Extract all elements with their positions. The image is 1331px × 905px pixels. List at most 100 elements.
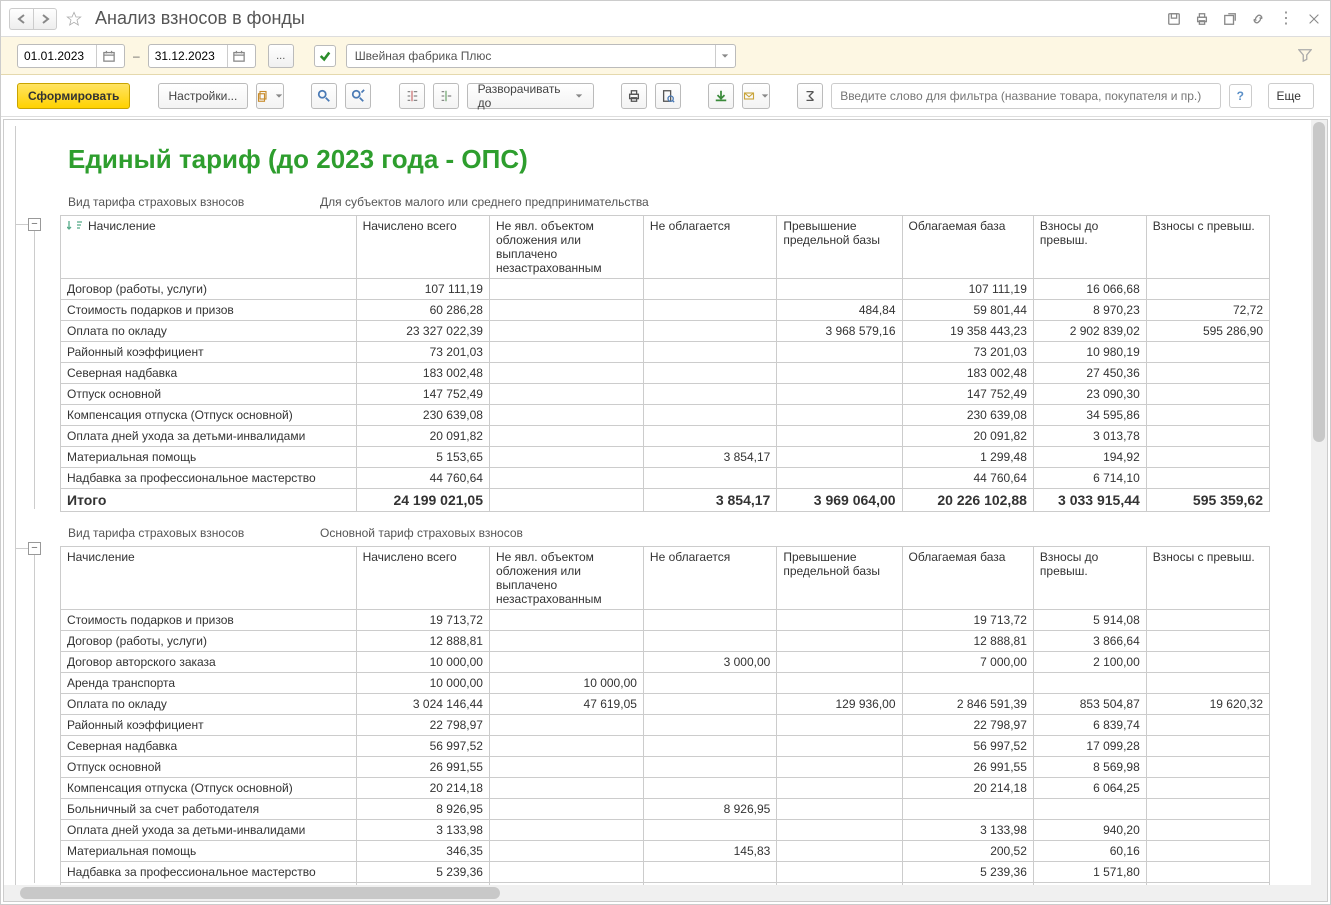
col-header[interactable]: Превышение предельной базы xyxy=(777,547,902,610)
table-row[interactable]: Оплата по окладу3 024 146,4447 619,05129… xyxy=(61,694,1270,715)
col-header[interactable]: Не явл. объектом обложения или выплачено… xyxy=(489,547,643,610)
expand-to-button[interactable]: Разворачивать до xyxy=(467,83,594,109)
col-header[interactable]: Начислено всего xyxy=(356,547,489,610)
organization-select[interactable]: Швейная фабрика Плюс xyxy=(346,44,736,68)
table-row[interactable]: Договор (работы, услуги)107 111,19107 11… xyxy=(61,279,1270,300)
help-button[interactable]: ? xyxy=(1229,84,1251,108)
print-icon[interactable] xyxy=(1194,11,1210,27)
table-row[interactable]: Договор авторского заказа10 000,003 000,… xyxy=(61,652,1270,673)
table-row[interactable]: Договор (работы, услуги)12 888,8112 888,… xyxy=(61,631,1270,652)
col-header[interactable]: Не облагается xyxy=(643,216,776,279)
settings-variants-button[interactable] xyxy=(256,83,284,109)
print-button[interactable] xyxy=(621,83,647,109)
favorite-star-icon[interactable] xyxy=(63,8,85,30)
date-from-input[interactable] xyxy=(18,49,96,63)
vertical-scrollbar[interactable] xyxy=(1311,120,1327,885)
expand-all-button[interactable] xyxy=(399,83,425,109)
save-as-button[interactable] xyxy=(708,83,734,109)
col-header[interactable]: Начислено всего xyxy=(356,216,489,279)
cell xyxy=(1146,841,1269,862)
cell: 44 760,64 xyxy=(902,468,1033,489)
cell: 1 299,48 xyxy=(902,447,1033,468)
chevron-down-icon[interactable] xyxy=(715,45,735,67)
col-header[interactable]: Начисление xyxy=(61,547,357,610)
col-header[interactable]: Облагаемая база xyxy=(902,547,1033,610)
table-row[interactable]: Оплата дней ухода за детьми-инвалидами20… xyxy=(61,426,1270,447)
collapse-section-1[interactable]: − xyxy=(28,218,41,231)
table-row[interactable]: Северная надбавка183 002,48183 002,4827 … xyxy=(61,363,1270,384)
newwindow-icon[interactable] xyxy=(1222,11,1238,27)
col-header[interactable]: Взносы до превыш. xyxy=(1033,216,1146,279)
table-row[interactable]: Компенсация отпуска (Отпуск основной)20 … xyxy=(61,778,1270,799)
scroll-thumb[interactable] xyxy=(20,887,500,899)
cell xyxy=(777,405,902,426)
run-report-button[interactable]: Сформировать xyxy=(17,83,130,109)
col-header[interactable]: Не облагается xyxy=(643,547,776,610)
collapse-section-2[interactable]: − xyxy=(28,542,41,555)
more-actions-button[interactable]: Еще xyxy=(1268,83,1314,109)
table-row[interactable]: Оплата дней ухода за детьми-инвалидами3 … xyxy=(61,820,1270,841)
save-icon[interactable] xyxy=(1166,11,1182,27)
horizontal-scrollbar[interactable] xyxy=(4,885,1311,901)
calendar-icon[interactable] xyxy=(227,45,251,67)
find-next-button[interactable] xyxy=(345,83,371,109)
cell xyxy=(1146,405,1269,426)
col-header[interactable]: Взносы с превыш. xyxy=(1146,216,1269,279)
cell-name: Аренда транспорта xyxy=(61,673,357,694)
print-preview-button[interactable] xyxy=(655,83,681,109)
table-row[interactable]: Компенсация отпуска (Отпуск основной)230… xyxy=(61,405,1270,426)
date-to-input[interactable] xyxy=(149,49,227,63)
table-row[interactable]: Больничный за счет работодателя8 926,958… xyxy=(61,799,1270,820)
filter-input[interactable] xyxy=(831,83,1221,109)
table-row[interactable]: Отпуск основной26 991,5526 991,558 569,9… xyxy=(61,757,1270,778)
col-header[interactable]: Не явл. объектом обложения или выплачено… xyxy=(489,216,643,279)
link-icon[interactable] xyxy=(1250,11,1266,27)
cell xyxy=(1033,673,1146,694)
cell: 16 066,68 xyxy=(1033,279,1146,300)
col-header[interactable]: Начисление xyxy=(61,216,357,279)
table-row[interactable]: Материальная помощь346,35145,83200,5260,… xyxy=(61,841,1270,862)
period-picker-button[interactable]: ... xyxy=(268,44,294,68)
col-header[interactable]: Взносы с превыш. xyxy=(1146,547,1269,610)
cell xyxy=(1146,799,1269,820)
settings-button[interactable]: Настройки... xyxy=(158,83,249,109)
col-header[interactable]: Взносы до превыш. xyxy=(1033,547,1146,610)
table-row[interactable]: Районный коэффициент22 798,9722 798,976 … xyxy=(61,715,1270,736)
date-from-field[interactable] xyxy=(17,44,125,68)
table-row[interactable]: Стоимость подарков и призов60 286,28484,… xyxy=(61,300,1270,321)
find-button[interactable] xyxy=(311,83,337,109)
table-row[interactable]: Надбавка за профессиональное мастерство5… xyxy=(61,862,1270,883)
table-row[interactable]: Северная надбавка56 997,5256 997,5217 09… xyxy=(61,736,1270,757)
cell xyxy=(777,447,902,468)
table-row[interactable]: Оплата по окладу23 327 022,393 968 579,1… xyxy=(61,321,1270,342)
table-row[interactable]: Материальная помощь5 153,653 854,171 299… xyxy=(61,447,1270,468)
table-row[interactable]: Стоимость подарков и призов19 713,7219 7… xyxy=(61,610,1270,631)
table-row[interactable]: Отпуск основной147 752,49147 752,4923 09… xyxy=(61,384,1270,405)
sum-button[interactable] xyxy=(797,83,823,109)
window-title: Анализ взносов в фонды xyxy=(95,8,305,29)
org-filter-checkbox[interactable] xyxy=(314,45,336,67)
cell xyxy=(777,778,902,799)
collapse-all-button[interactable] xyxy=(433,83,459,109)
scroll-thumb[interactable] xyxy=(1313,122,1325,442)
send-email-button[interactable] xyxy=(742,83,770,109)
cell-name: Стоимость подарков и призов xyxy=(61,610,357,631)
col-header[interactable]: Облагаемая база xyxy=(902,216,1033,279)
cell-name: Оплата по окладу xyxy=(61,694,357,715)
cell xyxy=(1146,778,1269,799)
cell: 17 099,28 xyxy=(1033,736,1146,757)
table-row[interactable]: Надбавка за профессиональное мастерство4… xyxy=(61,468,1270,489)
close-icon[interactable] xyxy=(1306,11,1322,27)
filter-funnel-icon[interactable] xyxy=(1298,48,1314,64)
more-menu-icon[interactable]: ⋮ xyxy=(1278,11,1294,27)
col-header[interactable]: Превышение предельной базы xyxy=(777,216,902,279)
cell xyxy=(777,610,902,631)
sort-icon[interactable] xyxy=(67,220,84,230)
nav-forward-button[interactable] xyxy=(33,8,57,30)
nav-back-button[interactable] xyxy=(9,8,33,30)
table-row[interactable]: Районный коэффициент73 201,0373 201,0310… xyxy=(61,342,1270,363)
calendar-icon[interactable] xyxy=(96,45,120,67)
cell: 5 153,65 xyxy=(356,447,489,468)
table-row[interactable]: Аренда транспорта10 000,0010 000,00 xyxy=(61,673,1270,694)
date-to-field[interactable] xyxy=(148,44,256,68)
